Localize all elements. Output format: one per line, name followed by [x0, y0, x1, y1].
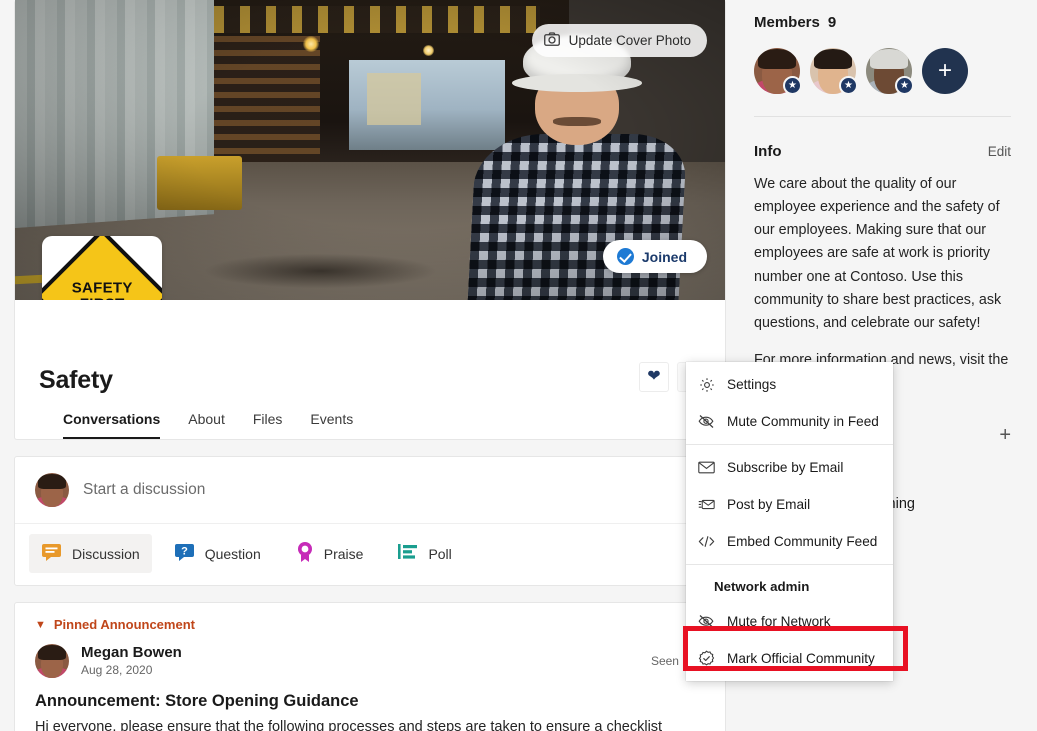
- svg-text:?: ?: [181, 546, 188, 558]
- group-meta: Safety ❤ Conversations About Files Event…: [15, 300, 725, 439]
- composer-type-buttons: Discussion ? Question Praise: [15, 524, 725, 585]
- menu-item-label: Mute for Network: [727, 614, 831, 629]
- post-composer-card: Start a discussion Discussion ? Question: [14, 456, 726, 586]
- composer-input-row[interactable]: Start a discussion: [15, 457, 725, 524]
- composer-type-question[interactable]: ? Question: [162, 534, 273, 573]
- info-section-header: Info Edit: [754, 143, 1011, 160]
- post-header: Megan Bowen Aug 28, 2020 Seen by 5: [35, 644, 705, 678]
- add-member-button[interactable]: +: [922, 48, 968, 94]
- cover-photo[interactable]: Update Cover Photo Joined SAFETY FIRST: [15, 0, 725, 300]
- menu-item-settings[interactable]: Settings: [686, 366, 893, 403]
- info-title: Info: [754, 143, 782, 160]
- menu-item-subscribe-by-email[interactable]: Subscribe by Email: [686, 449, 893, 486]
- favorite-button[interactable]: ❤: [639, 362, 669, 392]
- post-date: Aug 28, 2020: [81, 663, 182, 677]
- badge-check-icon: [698, 650, 715, 667]
- info-paragraph-1: We care about the quality of our employe…: [754, 173, 1011, 335]
- question-icon: ?: [174, 542, 196, 565]
- members-title: Members: [754, 14, 820, 31]
- mute-icon: [698, 413, 715, 430]
- group-tabs: Conversations About Files Events: [39, 395, 705, 439]
- group-header-card: Update Cover Photo Joined SAFETY FIRST: [14, 0, 726, 440]
- code-icon: [698, 533, 715, 550]
- info-section: Info Edit We care about the quality of o…: [754, 143, 1011, 395]
- joined-button[interactable]: Joined: [603, 240, 707, 273]
- menu-section-network-admin: Network admin: [686, 569, 893, 603]
- menu-separator: [686, 564, 893, 565]
- pinned-announcement-header[interactable]: ▼ Pinned Announcement: [35, 617, 705, 632]
- post-body: Hi everyone, please ensure that the foll…: [35, 717, 705, 731]
- heart-icon: ❤: [647, 369, 660, 385]
- menu-item-embed-community-feed[interactable]: Embed Community Feed: [686, 523, 893, 560]
- admin-star-badge: ★: [783, 76, 802, 95]
- composer-type-praise[interactable]: Praise: [283, 534, 376, 573]
- check-circle-icon: [617, 248, 634, 265]
- member-avatar-3[interactable]: ★: [866, 48, 912, 94]
- member-avatar-1[interactable]: ★: [754, 48, 800, 94]
- chevron-down-icon: ▼: [35, 619, 46, 631]
- post-author-avatar[interactable]: [35, 644, 69, 678]
- composer-type-discussion[interactable]: Discussion: [29, 534, 152, 573]
- post-title: Announcement: Store Opening Guidance: [35, 692, 705, 711]
- composer-type-poll[interactable]: Poll: [385, 534, 463, 573]
- pinned-announcement-label: Pinned Announcement: [54, 617, 195, 632]
- add-link-button[interactable]: +: [999, 425, 1011, 445]
- tab-events[interactable]: Events: [310, 411, 353, 439]
- poll-icon: [397, 542, 419, 565]
- members-section-header: Members 9: [754, 14, 1011, 31]
- start-discussion-input[interactable]: Start a discussion: [83, 481, 205, 499]
- update-cover-photo-button[interactable]: Update Cover Photo: [532, 24, 707, 57]
- safety-first-sign-icon: SAFETY FIRST: [42, 236, 162, 300]
- composer-type-poll-label: Poll: [428, 546, 451, 562]
- current-user-avatar: [35, 473, 69, 507]
- discussion-icon: [41, 542, 63, 565]
- update-cover-photo-label: Update Cover Photo: [569, 33, 691, 48]
- tab-files[interactable]: Files: [253, 411, 283, 439]
- menu-item-label: Mark Official Community: [727, 651, 875, 666]
- post-author-name[interactable]: Megan Bowen: [81, 644, 182, 661]
- menu-item-label: Settings: [727, 377, 776, 392]
- tab-conversations[interactable]: Conversations: [63, 411, 160, 439]
- community-options-menu: Settings Mute Community in Feed Subscrib…: [686, 362, 893, 681]
- menu-separator: [686, 444, 893, 445]
- tab-about[interactable]: About: [188, 411, 225, 439]
- menu-item-label: Post by Email: [727, 497, 810, 512]
- admin-star-badge: ★: [895, 76, 914, 95]
- menu-item-label: Mute Community in Feed: [727, 414, 879, 429]
- yammer-community-page: Update Cover Photo Joined SAFETY FIRST: [0, 0, 1037, 731]
- envelope-icon: [698, 459, 715, 476]
- admin-star-badge: ★: [839, 76, 858, 95]
- gear-icon: [698, 376, 715, 393]
- info-edit-link[interactable]: Edit: [988, 144, 1011, 159]
- page-title: Safety: [39, 366, 705, 395]
- members-count: 9: [828, 14, 836, 31]
- menu-item-mute-for-network[interactable]: Mute for Network: [686, 603, 893, 640]
- menu-item-label: Subscribe by Email: [727, 460, 843, 475]
- menu-item-label: Embed Community Feed: [727, 534, 877, 549]
- composer-type-question-label: Question: [205, 546, 261, 562]
- rail-divider: [754, 116, 1011, 117]
- pinned-announcement-card: ▼ Pinned Announcement Megan Bowen Aug 28…: [14, 602, 726, 731]
- mute-icon: [698, 613, 715, 630]
- safety-sign-line1: SAFETY: [72, 280, 133, 296]
- composer-type-praise-label: Praise: [324, 546, 364, 562]
- menu-item-mark-official-community[interactable]: Mark Official Community: [686, 640, 893, 677]
- group-avatar[interactable]: SAFETY FIRST: [42, 236, 162, 300]
- post-email-icon: [698, 496, 715, 513]
- main-content-column: Update Cover Photo Joined SAFETY FIRST: [0, 0, 740, 731]
- menu-item-post-by-email[interactable]: Post by Email: [686, 486, 893, 523]
- camera-icon: [544, 32, 560, 49]
- joined-label: Joined: [642, 249, 687, 265]
- member-avatar-2[interactable]: ★: [810, 48, 856, 94]
- menu-item-mute-community-in-feed[interactable]: Mute Community in Feed: [686, 403, 893, 440]
- praise-icon: [295, 541, 315, 566]
- composer-type-discussion-label: Discussion: [72, 546, 140, 562]
- members-avatar-row: ★ ★ ★ +: [754, 48, 1011, 94]
